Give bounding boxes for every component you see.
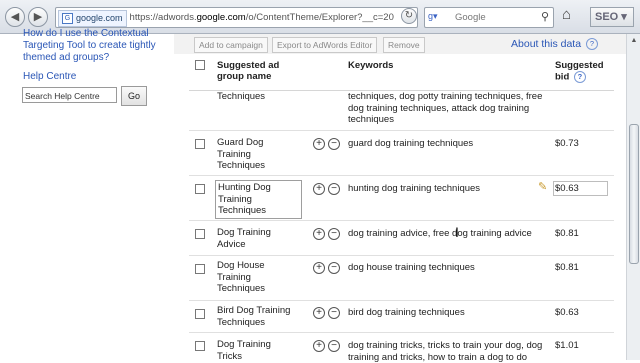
about-this-data-link[interactable]: About this data ? [511,38,598,51]
bid-cell: $0.81 [555,228,579,239]
ad-group-name[interactable]: Bird Dog Training Techniques [217,305,302,328]
seo-button[interactable]: SEO ▾ [590,7,634,27]
keywords-cell: guard dog training techniques [348,138,474,149]
address-bar[interactable]: Ggoogle.com https://adwords.google.com/o… [55,7,418,28]
add-icon[interactable]: + [313,262,325,274]
table-row: Guard Dog Training Techniques + − guard d… [189,130,614,175]
remove-icon[interactable]: − [328,262,340,274]
table-row: Dog House Training Techniques + − dog hou… [189,255,614,300]
table-row: Bird Dog Training Techniques + − bird dog… [189,300,614,335]
remove-icon[interactable]: − [328,340,340,352]
remove-icon[interactable]: − [328,138,340,150]
search-input[interactable]: Google [455,12,486,23]
row-checkbox[interactable] [195,184,205,194]
magnifier-icon[interactable]: ⚲ [541,10,549,23]
row-actions: + − [313,306,343,319]
table-row: Dog Training Advice + − dog training advi… [189,220,614,255]
bid-cell[interactable]: $0.63 [555,183,579,194]
add-icon[interactable]: + [313,307,325,319]
row-actions: + − [313,182,343,195]
add-icon[interactable]: + [313,138,325,150]
header-suggested-bid: Suggested bid ? [555,60,604,83]
back-arrow-icon[interactable]: ◀ [5,7,25,27]
row-checkbox[interactable] [195,139,205,149]
remove-icon[interactable]: − [328,228,340,240]
google-favicon-icon: G [62,13,73,25]
keywords-cell: bird dog training techniques [348,307,465,318]
keywords-cell[interactable]: hunting dog training techniques [348,183,553,195]
row-checkbox[interactable] [195,309,205,319]
remove-icon[interactable]: − [328,307,340,319]
add-icon[interactable]: + [313,228,325,240]
forward-arrow-icon[interactable]: ▶ [28,7,48,27]
bid-cell: $0.63 [555,307,579,318]
contextual-targeting-help-link[interactable]: How do I use the Contextual Targeting To… [23,28,173,64]
row-checkbox[interactable] [195,229,205,239]
ad-group-name[interactable]: Dog Training Advice [217,227,279,250]
go-button[interactable]: Go [121,86,147,106]
remove-button[interactable]: Remove [383,37,425,53]
ad-group-name[interactable]: Dog Training Tricks [217,339,277,362]
table-row: Hunting Dog Training Techniques + − hunti… [189,175,614,220]
row-actions: + − [313,227,343,240]
site-identity-button[interactable]: Ggoogle.com [58,10,127,27]
header-ad-group-name: Suggested ad group name [217,60,280,82]
pencil-icon[interactable]: ✎ [538,180,547,193]
add-to-campaign-button[interactable]: Add to campaign [194,37,268,53]
search-engine-icon[interactable]: g▾ [428,11,438,22]
export-button[interactable]: Export to AdWords Editor [272,37,378,53]
url-text: https://adwords.google.com/o/ContentThem… [129,12,394,23]
search-box[interactable]: g▾ Google ⚲ [424,7,554,28]
home-icon[interactable]: ⌂ [562,6,571,23]
table-row: Techniques techniques, dog potty trainin… [189,91,614,132]
vertical-scrollbar[interactable]: ▲ [626,34,640,360]
keywords-cell: dog house training techniques [348,262,475,273]
header-keywords: Keywords [348,60,394,71]
select-all-checkbox[interactable] [195,60,205,70]
ad-group-name[interactable]: Dog House Training Techniques [217,260,277,295]
help-centre-title: Help Centre [23,71,77,82]
bid-cell: $0.73 [555,138,579,149]
help-icon[interactable]: ? [573,71,586,83]
row-actions: + − [313,137,343,150]
keywords-cell: dog training advice, free dog training a… [348,228,532,239]
sidebar: How do I use the Contextual Targeting To… [0,28,175,360]
row-checkbox[interactable] [195,264,205,274]
reload-icon[interactable]: ↻ [401,8,417,24]
row-checkbox[interactable] [195,341,205,351]
help-icon[interactable]: ? [586,38,598,51]
help-search-input[interactable]: Search Help Centre [22,87,117,103]
keywords-cell: techniques, dog potty training technique… [348,91,543,125]
ad-group-name: Techniques [217,91,266,102]
table-row: Dog Training Tricks + − dog training tric… [189,332,614,363]
scrollbar-thumb[interactable] [629,124,639,264]
add-icon[interactable]: + [313,340,325,352]
table-header: Suggested ad group name Keywords Suggest… [189,56,614,91]
bid-cell: $1.01 [555,340,579,351]
row-actions: + − [313,261,343,274]
action-bar: Add to campaign Export to AdWords Editor… [174,34,626,54]
scroll-up-icon[interactable]: ▲ [629,36,639,46]
ad-group-name[interactable]: Guard Dog Training Techniques [217,137,277,172]
main-content: Add to campaign Export to AdWords Editor… [174,34,626,363]
remove-icon[interactable]: − [328,183,340,195]
text-cursor-icon: I [455,224,459,240]
bid-cell: $0.81 [555,262,579,273]
add-icon[interactable]: + [313,183,325,195]
row-actions: + − [313,339,343,352]
ad-group-name-edit-field[interactable]: Hunting Dog Training Techniques [215,180,302,219]
